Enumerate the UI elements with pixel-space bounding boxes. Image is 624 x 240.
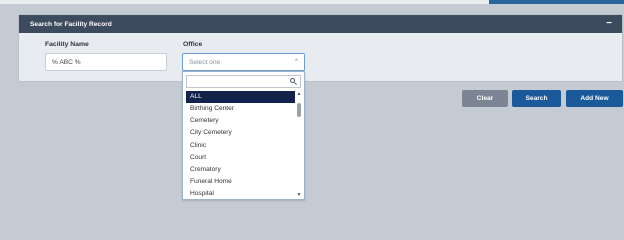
dropdown-scrollbar[interactable]: ▲ ▼ xyxy=(295,91,303,198)
dropdown-option[interactable]: Court xyxy=(186,152,295,164)
dropdown-option[interactable]: Crematory xyxy=(186,164,295,176)
add-new-button[interactable]: Add New xyxy=(566,90,623,107)
dropdown-search-box xyxy=(186,75,301,88)
dropdown-option[interactable]: Birthing Center xyxy=(186,103,295,115)
collapse-icon[interactable]: − xyxy=(606,19,612,29)
search-panel: Search for Facility Record − xyxy=(18,14,623,82)
panel-title: Search for Facility Record xyxy=(30,20,112,28)
dropdown-option[interactable]: ALL xyxy=(186,91,295,104)
chevron-up-icon: ^ xyxy=(295,59,298,65)
clear-button[interactable]: Clear xyxy=(462,90,508,107)
facility-name-label: Facility Name xyxy=(45,41,89,48)
dropdown-options-list: ALL Birthing Center Cemetery City Cemetery C… xyxy=(186,91,295,199)
office-label: Office xyxy=(183,41,203,48)
dropdown-search-input[interactable] xyxy=(187,76,300,87)
search-button[interactable]: Search xyxy=(512,90,561,107)
office-select[interactable]: Select one ^ xyxy=(182,53,305,71)
scrollbar-thumb[interactable] xyxy=(297,103,301,117)
search-icon xyxy=(290,78,297,85)
dropdown-option[interactable]: Funeral Home xyxy=(186,176,295,188)
dropdown-option[interactable]: Clinic xyxy=(186,140,295,152)
office-dropdown: ALL Birthing Center Cemetery City Cemetery C… xyxy=(182,71,305,200)
dropdown-option[interactable]: City Cemetery xyxy=(186,127,295,139)
panel-header: Search for Facility Record − xyxy=(19,15,622,33)
scroll-up-icon[interactable]: ▲ xyxy=(295,91,303,97)
top-accent-tab[interactable] xyxy=(489,0,624,4)
scroll-down-icon[interactable]: ▼ xyxy=(295,192,303,198)
dropdown-option[interactable]: Hospital xyxy=(186,188,295,199)
dropdown-option[interactable]: Cemetery xyxy=(186,115,295,127)
office-select-value: Select one xyxy=(189,58,221,66)
facility-name-input[interactable] xyxy=(45,53,167,71)
